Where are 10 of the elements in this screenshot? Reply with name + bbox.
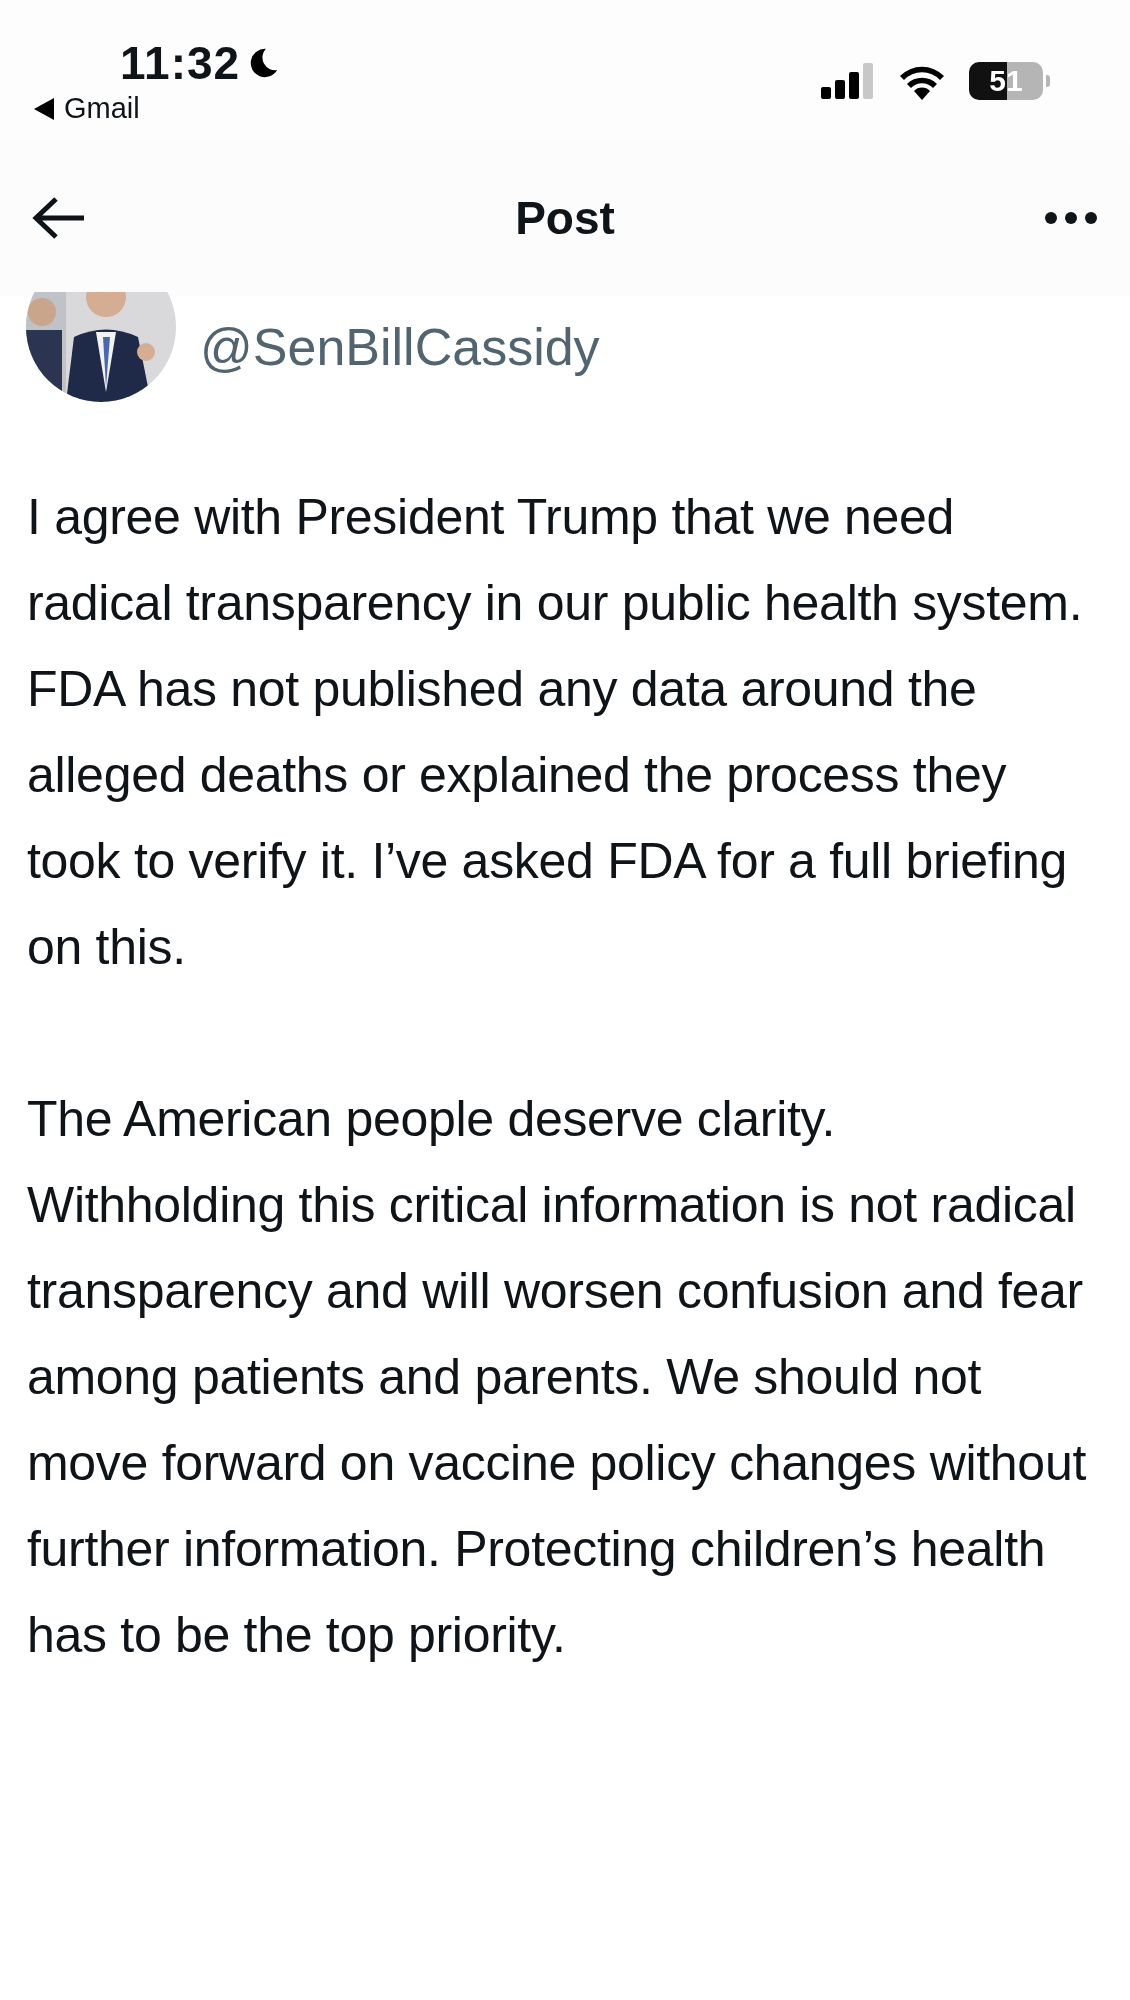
- user-handle[interactable]: @SenBillCassidy: [200, 317, 600, 377]
- back-triangle-icon[interactable]: [34, 97, 54, 120]
- back-arrow-icon[interactable]: [32, 196, 86, 240]
- signal-icon: [821, 63, 875, 99]
- status-time: 11:32: [120, 36, 241, 90]
- post-paragraph: I agree with President Trump that we need radical transparency in our public health system. FDA has not published any data around the alleged deaths or explained the process they took to verify it. I’ve asked FDA for a full briefing on this.: [27, 488, 1084, 977]
- page-title: Post: [515, 191, 615, 245]
- back-to-app-link[interactable]: Gmail: [64, 92, 140, 125]
- more-options-icon[interactable]: [1044, 211, 1098, 225]
- post-paragraph: The American people deserve clarity. Withholding this critical information is not radical transparency and will worsen confusion and fear among patients and parents. We should not move forward on vaccine policy changes without further information. Protecting children’s health has to be the top priority.: [27, 1090, 1087, 1665]
